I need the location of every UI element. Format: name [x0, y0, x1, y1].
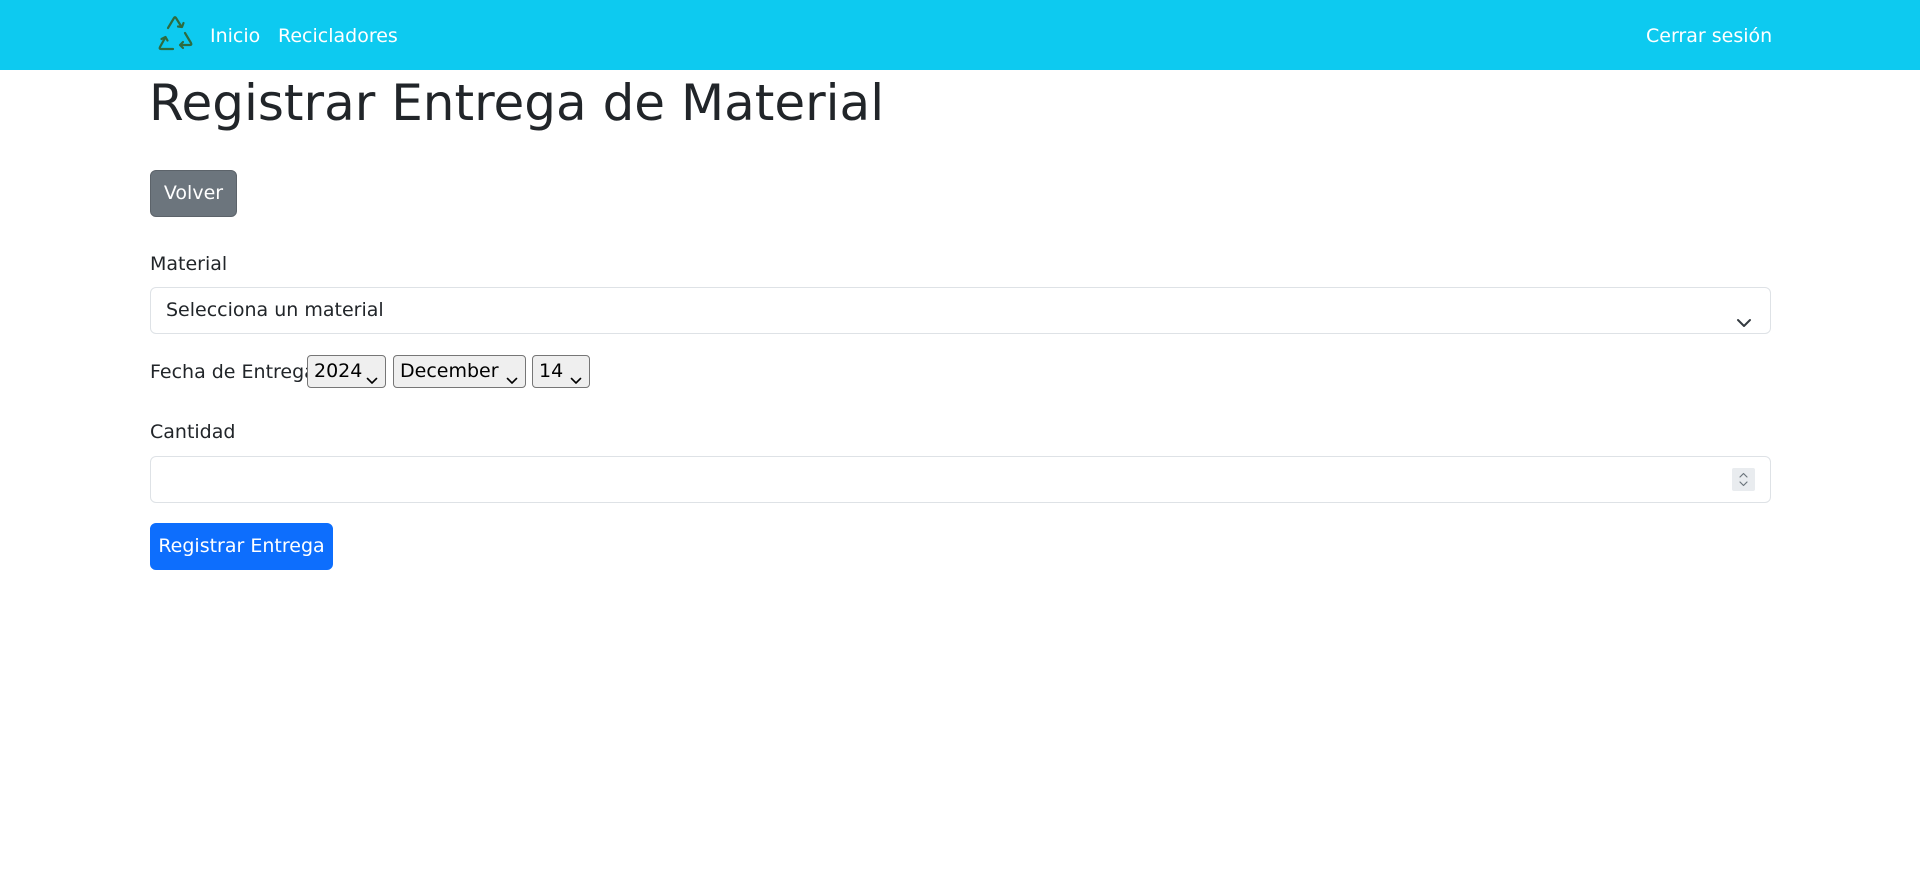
navbar: Inicio Recicladores Cerrar sesión	[0, 0, 1920, 70]
spinner-up-icon	[1739, 472, 1748, 478]
material-select-value: Selecciona un material	[166, 299, 384, 321]
logout-link[interactable]: Cerrar sesión	[1646, 24, 1772, 48]
nav-item-recicladores[interactable]: Recicladores	[278, 24, 398, 48]
quantity-input[interactable]	[150, 456, 1771, 503]
date-day-select[interactable]: 14	[532, 355, 590, 388]
date-month-select[interactable]: December	[393, 355, 526, 388]
material-label: Material	[150, 253, 228, 275]
chevron-down-icon	[506, 366, 518, 384]
nav-item-inicio[interactable]: Inicio	[210, 24, 260, 48]
submit-button[interactable]: Registrar Entrega	[150, 523, 333, 570]
material-select[interactable]: Selecciona un material	[150, 287, 1771, 334]
date-month-value: December	[400, 360, 499, 382]
page-title: Registrar Entrega de Material	[149, 74, 885, 132]
quantity-label: Cantidad	[150, 421, 236, 443]
spinner-down-icon	[1739, 481, 1748, 487]
date-year-select[interactable]: 2024	[307, 355, 386, 388]
number-spinner[interactable]	[1732, 468, 1755, 491]
date-day-value: 14	[539, 360, 564, 382]
back-button[interactable]: Volver	[150, 170, 237, 217]
date-label: Fecha de Entrega	[150, 361, 316, 383]
chevron-down-icon	[570, 366, 582, 384]
date-year-value: 2024	[314, 360, 363, 382]
chevron-down-icon	[366, 366, 378, 384]
recycle-icon[interactable]	[151, 11, 199, 59]
chevron-down-icon	[1736, 303, 1752, 327]
